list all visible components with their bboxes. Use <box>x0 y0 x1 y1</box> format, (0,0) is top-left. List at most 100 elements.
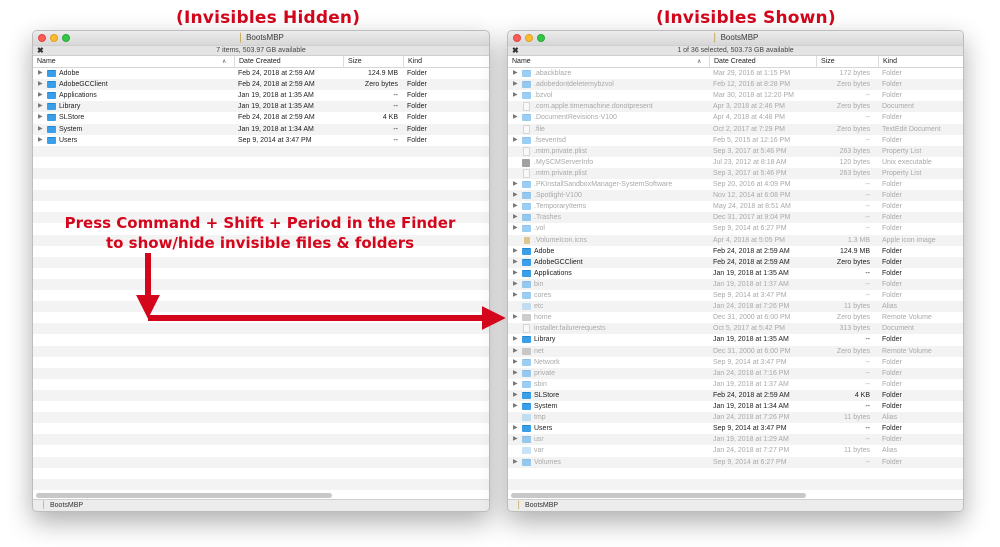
disclosure-triangle-icon[interactable]: ▶ <box>38 68 43 79</box>
file-row[interactable]: ▶ AdobeGCClient Feb 24, 2018 at 2:59 AM Zer… <box>33 79 489 90</box>
file-size: -- <box>393 136 398 144</box>
file-row[interactable]: ▶ .adobedontdeletemybzvol Feb 12, 2016 at … <box>508 79 963 90</box>
alias-icon <box>522 303 531 311</box>
file-row[interactable]: ▶ AdobeGCClient Feb 24, 2018 at 2:59 AM Zer… <box>508 257 963 268</box>
file-row[interactable]: tmp Jan 24, 2018 at 7:26 PM 11 bytes Alias <box>508 412 963 423</box>
column-kind-header[interactable]: Kind <box>878 56 963 68</box>
file-row[interactable]: .com.apple.timemachine.donotpresent Apr 3… <box>508 101 963 112</box>
file-row[interactable]: ▶ .fseventsd Feb 5, 2015 at 12:16 PM -- Fold… <box>508 135 963 146</box>
file-row[interactable]: ▶ home Dec 31, 2000 at 6:00 PM Zero bytes Re… <box>508 312 963 323</box>
file-row[interactable]: ▶ SLStore Feb 24, 2018 at 2:59 AM 4 KB Folde… <box>508 390 963 401</box>
file-size: -- <box>865 225 870 233</box>
file-row[interactable]: ▶ Adobe Feb 24, 2018 at 2:59 AM 124.9 MB Fol… <box>508 246 963 257</box>
disk-icon: │ <box>517 502 522 509</box>
file-row[interactable]: ▶ .TemporaryItems May 24, 2018 at 8:51 AM -… <box>508 201 963 212</box>
file-row[interactable]: ▶ .abackblaze Mar 29, 2016 at 1:15 PM 172 b… <box>508 68 963 79</box>
disclosure-triangle-icon[interactable]: ▶ <box>38 101 43 112</box>
column-date-header[interactable]: Date Created <box>234 56 344 68</box>
file-row[interactable]: ▶ cores Sep 9, 2014 at 3:47 PM -- Folder <box>508 290 963 301</box>
disclosure-triangle-icon[interactable]: ▶ <box>513 423 518 434</box>
disclosure-triangle-icon[interactable]: ▶ <box>513 135 518 146</box>
file-list: ▶ .abackblaze Mar 29, 2016 at 1:15 PM 172 b… <box>508 68 963 493</box>
file-row[interactable]: ▶ net Dec 31, 2000 at 6:00 PM Zero bytes Rem… <box>508 346 963 357</box>
file-row[interactable]: ▶ private Jan 24, 2018 at 7:16 PM -- Folder <box>508 368 963 379</box>
path-item-disk[interactable]: BootsMBP <box>525 500 558 511</box>
horizontal-scrollbar[interactable] <box>36 493 332 498</box>
disclosure-triangle-icon[interactable]: ▶ <box>38 90 43 101</box>
disclosure-triangle-icon[interactable]: ▶ <box>513 179 518 190</box>
disclosure-triangle-icon[interactable]: ▶ <box>513 79 518 90</box>
disclosure-triangle-icon[interactable]: ▶ <box>513 390 518 401</box>
disclosure-triangle-icon[interactable]: ▶ <box>513 201 518 212</box>
file-row[interactable]: .VolumeIcon.icns Apr 4, 2018 at 5:05 PM 1.… <box>508 235 963 246</box>
disclosure-triangle-icon[interactable]: ▶ <box>38 79 43 90</box>
file-row[interactable]: etc Jan 24, 2018 at 7:26 PM 11 bytes Alias <box>508 301 963 312</box>
path-item-disk[interactable]: BootsMBP <box>50 500 83 511</box>
horizontal-scrollbar[interactable] <box>511 493 806 498</box>
file-row[interactable]: ▶ Network Sep 9, 2014 at 3:47 PM -- Folder <box>508 357 963 368</box>
column-date-header[interactable]: Date Created <box>709 56 817 68</box>
disclosure-triangle-icon[interactable]: ▶ <box>513 434 518 445</box>
file-row[interactable]: .MySCMServerInfo Jul 23, 2012 at 8:18 AM 1… <box>508 157 963 168</box>
disclosure-triangle-icon[interactable]: ▶ <box>513 368 518 379</box>
disclosure-triangle-icon[interactable]: ▶ <box>513 112 518 123</box>
file-row[interactable]: ▶ System Jan 19, 2018 at 1:34 AM -- Folder <box>508 401 963 412</box>
file-row[interactable]: installer.failurerequests Oct 5, 2017 at … <box>508 323 963 334</box>
disclosure-triangle-icon[interactable]: ▶ <box>38 112 43 123</box>
disclosure-triangle-icon[interactable]: ▶ <box>513 379 518 390</box>
file-row[interactable]: ▶ usr Jan 19, 2018 at 1:29 AM -- Folder <box>508 434 963 445</box>
disclosure-triangle-icon[interactable]: ▶ <box>513 257 518 268</box>
file-row[interactable]: ▶ Adobe Feb 24, 2018 at 2:59 AM 124.9 MB Fol… <box>33 68 489 79</box>
column-size-header[interactable]: Size <box>343 56 403 68</box>
disclosure-triangle-icon[interactable]: ▶ <box>513 68 518 79</box>
file-date-created: Jan 19, 2018 at 1:34 AM <box>238 125 314 133</box>
file-row[interactable]: ▶ Library Jan 19, 2018 at 1:35 AM -- Folder <box>508 334 963 345</box>
file-row[interactable]: ▶ Library Jan 19, 2018 at 1:35 AM -- Folder <box>33 101 489 112</box>
file-row[interactable]: ▶ SLStore Feb 24, 2018 at 2:59 AM 4 KB Folde… <box>33 112 489 123</box>
disclosure-triangle-icon[interactable]: ▶ <box>513 312 518 323</box>
file-date-created: Sep 9, 2014 at 6:27 PM <box>713 225 787 233</box>
file-row[interactable]: ▶ Users Sep 9, 2014 at 3:47 PM -- Folder <box>508 423 963 434</box>
file-row[interactable]: ▶ System Jan 19, 2018 at 1:34 AM -- Folder <box>33 124 489 135</box>
file-date-created: Mar 29, 2016 at 1:15 PM <box>713 70 791 77</box>
file-row[interactable]: .mtm.private.plist Sep 3, 2017 at 5:46 PM… <box>508 146 963 157</box>
file-row[interactable]: ▶ .Trashes Dec 31, 2017 at 9:04 PM -- Folder <box>508 212 963 223</box>
disclosure-triangle-icon[interactable]: ▶ <box>513 246 518 257</box>
file-row[interactable]: ▶ .DocumentRevisions-V100 Apr 4, 2018 at 4… <box>508 112 963 123</box>
file-name: .adobedontdeletemybzvol <box>534 81 614 89</box>
file-row[interactable]: ▶ .Spotlight-V100 Nov 12, 2014 at 6:08 PM -… <box>508 190 963 201</box>
file-row[interactable]: ▶ Volumes Sep 9, 2014 at 6:27 PM -- Folder <box>508 457 963 468</box>
file-size: 313 bytes <box>839 325 870 333</box>
disclosure-triangle-icon[interactable]: ▶ <box>513 268 518 279</box>
disclosure-triangle-icon[interactable]: ▶ <box>513 401 518 412</box>
column-kind-header[interactable]: Kind <box>403 56 489 68</box>
disclosure-triangle-icon[interactable]: ▶ <box>38 124 43 135</box>
column-name-header[interactable]: Name <box>508 56 709 68</box>
file-row[interactable]: .file Oct 2, 2017 at 7:29 PM Zero bytes Tex… <box>508 124 963 135</box>
file-row[interactable]: ▶ .vol Sep 9, 2014 at 6:27 PM -- Folder <box>508 223 963 234</box>
disclosure-triangle-icon[interactable]: ▶ <box>513 457 518 468</box>
disclosure-triangle-icon[interactable]: ▶ <box>513 290 518 301</box>
file-row[interactable]: ▶ Applications Jan 19, 2018 at 1:35 AM -- Fo… <box>508 268 963 279</box>
disclosure-triangle-icon[interactable]: ▶ <box>513 357 518 368</box>
file-row[interactable]: ▶ .bzvol Mar 30, 2018 at 12:20 PM -- Folder <box>508 90 963 101</box>
disclosure-triangle-icon[interactable]: ▶ <box>513 346 518 357</box>
file-row[interactable]: var Jan 24, 2018 at 7:27 PM 11 bytes Alias <box>508 445 963 456</box>
file-row[interactable]: .mtm.private.plist Sep 3, 2017 at 5:46 PM… <box>508 168 963 179</box>
file-date-created: Sep 9, 2014 at 3:47 PM <box>713 292 787 299</box>
disclosure-triangle-icon[interactable]: ▶ <box>513 212 518 223</box>
column-size-header[interactable]: Size <box>816 56 878 68</box>
file-row[interactable]: ▶ sbin Jan 19, 2018 at 1:37 AM -- Folder <box>508 379 963 390</box>
disclosure-triangle-icon[interactable]: ▶ <box>513 90 518 101</box>
file-row[interactable]: ▶ Applications Jan 19, 2018 at 1:35 AM -- Fo… <box>33 90 489 101</box>
file-row[interactable]: ▶ Users Sep 9, 2014 at 3:47 PM -- Folder <box>33 135 489 146</box>
file-kind: TextEdit Document <box>882 125 941 133</box>
disclosure-triangle-icon[interactable]: ▶ <box>513 223 518 234</box>
disclosure-triangle-icon[interactable]: ▶ <box>513 190 518 201</box>
disclosure-triangle-icon[interactable]: ▶ <box>513 334 518 345</box>
file-row[interactable]: ▶ bin Jan 19, 2018 at 1:37 AM -- Folder <box>508 279 963 290</box>
file-row[interactable]: ▶ .PKInstallSandboxManager-SystemSoftware… <box>508 179 963 190</box>
disclosure-triangle-icon[interactable]: ▶ <box>513 279 518 290</box>
disclosure-triangle-icon[interactable]: ▶ <box>38 135 43 146</box>
column-name-header[interactable]: Name <box>33 56 234 68</box>
